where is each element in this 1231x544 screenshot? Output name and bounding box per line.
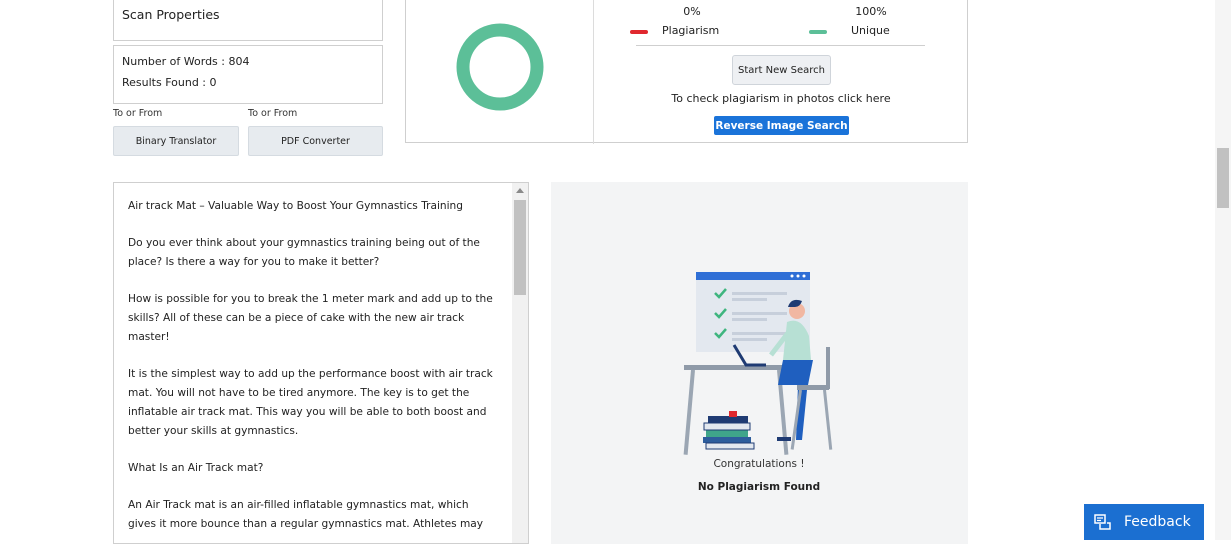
- page-scrollbar[interactable]: [1215, 0, 1231, 540]
- legend-divider: [636, 45, 925, 46]
- doc-paragraph-6: An Air Track mat is an air-filled inflat…: [128, 499, 484, 530]
- text-scrollbar[interactable]: [512, 183, 528, 543]
- doc-paragraph-4: It is the simplest way to add up the per…: [128, 368, 493, 437]
- pdf-converter-button[interactable]: PDF Converter: [248, 126, 383, 156]
- scan-properties-title: Scan Properties: [122, 7, 220, 22]
- result-donut-chart: [456, 23, 544, 111]
- unique-label: Unique: [851, 24, 890, 37]
- document-text: Air track Mat – Valuable Way to Boost Yo…: [128, 197, 498, 543]
- results-panel: 0% 100% Plagiarism Unique Start New Sear…: [405, 0, 968, 144]
- no-plagiarism-text: No Plagiarism Found: [697, 481, 821, 493]
- text-scroll-thumb[interactable]: [514, 200, 526, 295]
- scroll-up-arrow-icon[interactable]: [516, 188, 524, 193]
- start-new-search-button[interactable]: Start New Search: [732, 55, 831, 85]
- tool-label-left: To or From: [113, 108, 163, 119]
- scan-stats-box: Number of Words : 804 Results Found : 0: [113, 45, 383, 104]
- page-scroll-thumb[interactable]: [1217, 148, 1229, 208]
- photo-check-note: To check plagiarism in photos click here: [671, 92, 891, 105]
- doc-paragraph-1: Air track Mat – Valuable Way to Boost Yo…: [128, 200, 463, 212]
- binary-translator-button[interactable]: Binary Translator: [113, 126, 239, 156]
- plagiarism-swatch: [630, 30, 648, 34]
- feedback-icon: [1094, 514, 1111, 530]
- scan-properties-header: Scan Properties: [113, 0, 383, 41]
- doc-paragraph-2: Do you ever think about your gymnastics …: [128, 237, 480, 268]
- unique-ring: [456, 23, 544, 111]
- feedback-button[interactable]: Feedback: [1084, 504, 1204, 540]
- plagiarism-percent: 0%: [683, 5, 701, 18]
- tool-label-right: To or From: [248, 108, 298, 119]
- panel-divider: [593, 0, 594, 144]
- feedback-label: Feedback: [1124, 514, 1191, 530]
- result-illustration-panel: Congratulations ! No Plagiarism Found: [551, 182, 968, 544]
- unique-percent: 100%: [855, 5, 887, 18]
- document-text-area[interactable]: Air track Mat – Valuable Way to Boost Yo…: [113, 182, 529, 544]
- word-count: Number of Words : 804: [122, 55, 250, 68]
- unique-swatch: [809, 30, 827, 34]
- plagiarism-label: Plagiarism: [662, 24, 720, 37]
- reverse-image-search-button[interactable]: Reverse Image Search: [714, 116, 849, 135]
- results-found: Results Found : 0: [122, 76, 217, 89]
- congratulations-text: Congratulations !: [713, 458, 805, 470]
- doc-paragraph-3: How is possible for you to break the 1 m…: [128, 293, 493, 343]
- doc-paragraph-5: What Is an Air Track mat?: [128, 462, 264, 474]
- person-at-desk-illustration: [683, 272, 833, 455]
